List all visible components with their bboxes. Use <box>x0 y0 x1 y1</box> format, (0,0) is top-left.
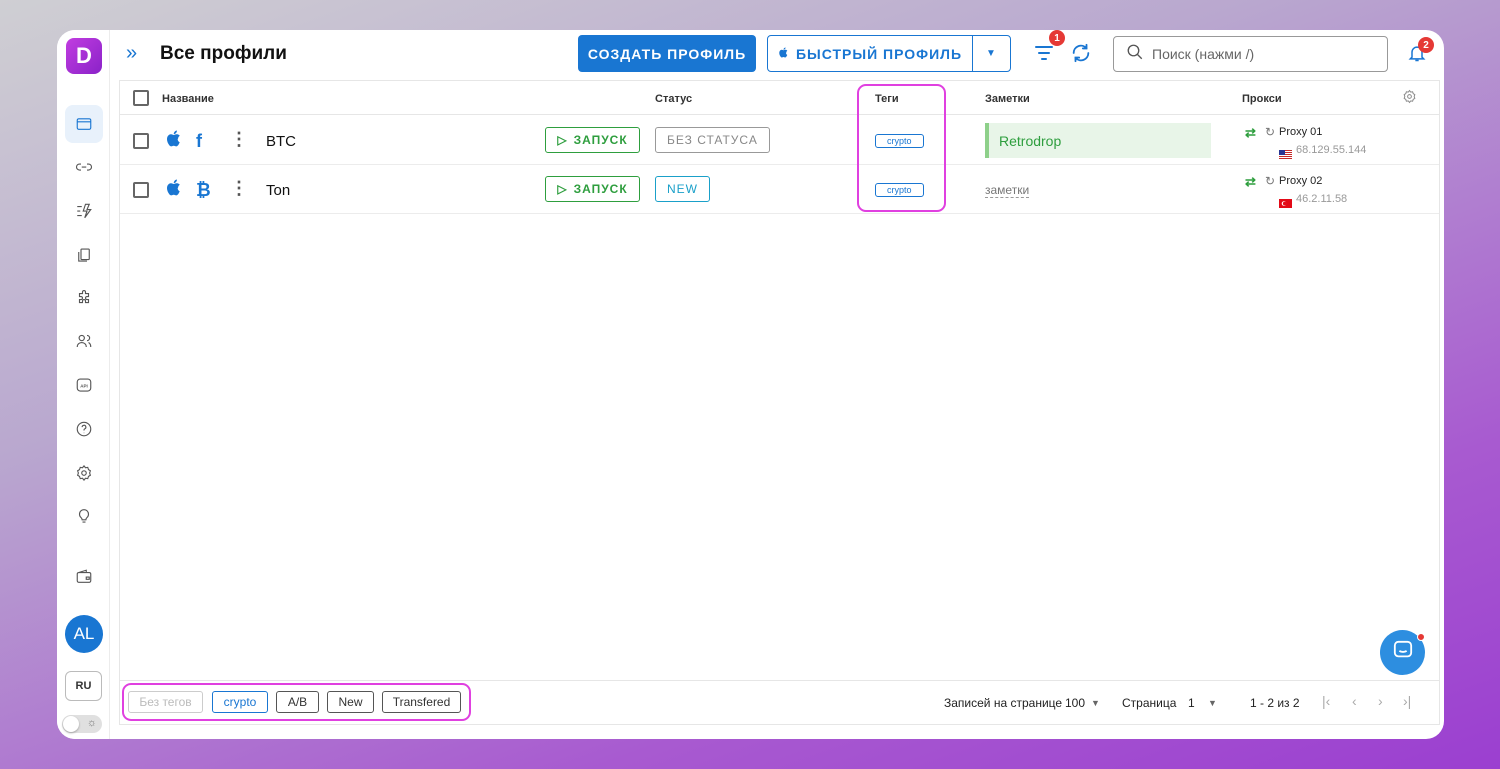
search-icon <box>1126 43 1144 66</box>
theme-toggle[interactable]: ☼ <box>62 715 102 733</box>
filter-badge: 1 <box>1049 30 1065 46</box>
tr-flag-icon <box>1279 195 1292 208</box>
row-checkbox[interactable] <box>133 182 149 198</box>
proxy-refresh-icon[interactable]: ↻ <box>1265 174 1275 188</box>
first-page-icon[interactable]: |‹ <box>1322 693 1330 709</box>
records-range: 1 - 2 из 2 <box>1250 696 1300 710</box>
tags-column-highlight <box>857 84 946 212</box>
quick-profile-label: БЫСТРЫЙ ПРОФИЛЬ <box>795 45 963 62</box>
col-proxy[interactable]: Прокси <box>1242 93 1282 105</box>
quick-profile-dropdown[interactable]: ▼ <box>973 48 1010 59</box>
page-label: Страница <box>1122 696 1177 710</box>
proxy-ip: 68.129.55.144 <box>1296 144 1367 156</box>
puzzle-icon[interactable] <box>65 279 103 317</box>
per-page-select[interactable]: 100 <box>1065 696 1085 710</box>
sun-icon: ☼ <box>86 717 97 729</box>
note-field[interactable]: Retrodrop <box>985 123 1211 158</box>
facebook-icon: f <box>196 131 202 151</box>
proxy-name: Proxy 01 <box>1279 126 1323 138</box>
proxy-swap-icon[interactable]: ⇄ <box>1245 125 1256 141</box>
col-status[interactable]: Статус <box>655 93 692 105</box>
avatar[interactable]: AL <box>65 615 103 653</box>
per-page-label: Записей на странице <box>944 696 1063 710</box>
page-title: Все профили <box>160 43 287 64</box>
language-button[interactable]: RU <box>65 671 102 701</box>
per-page-dropdown-icon[interactable]: ▼ <box>1091 698 1100 708</box>
app-logo[interactable]: D <box>66 38 102 74</box>
profiles-table: Название Статус Теги Заметки Прокси f ⋮ … <box>119 80 1440 725</box>
header: » Все профили СОЗДАТЬ ПРОФИЛЬ БЫСТРЫЙ ПР… <box>110 30 1444 80</box>
us-flag-icon <box>1279 146 1292 159</box>
copy-icon[interactable] <box>65 236 103 274</box>
apple-icon <box>165 177 184 204</box>
app-window: D API AL RU ☼ » Все профили СОЗДАТЬ ПРОФ… <box>57 30 1444 739</box>
search-input-wrapper[interactable] <box>1113 36 1388 72</box>
table-row[interactable]: f ⋮ BTC ▷ ЗАПУСК БЕЗ СТАТУСА crypto Retr… <box>120 116 1439 165</box>
tag-filters-highlight <box>122 683 471 721</box>
help-icon[interactable] <box>65 410 103 448</box>
col-name[interactable]: Название <box>162 93 214 105</box>
run-button[interactable]: ▷ ЗАПУСК <box>545 176 640 202</box>
select-all-checkbox[interactable] <box>133 90 149 106</box>
page-dropdown-icon[interactable]: ▼ <box>1208 698 1217 708</box>
quick-profile-button[interactable]: БЫСТРЫЙ ПРОФИЛЬ ▼ <box>767 35 1011 72</box>
run-label: ЗАПУСК <box>573 182 628 196</box>
status-chip[interactable]: БЕЗ СТАТУСА <box>655 127 770 153</box>
browser-icon[interactable] <box>65 105 103 143</box>
play-icon: ▷ <box>557 133 568 147</box>
more-menu-icon[interactable]: ⋮ <box>230 129 248 150</box>
sidebar: D API AL RU ☼ <box>57 30 110 739</box>
users-icon[interactable] <box>65 322 103 360</box>
chat-icon <box>1392 640 1414 665</box>
col-notes[interactable]: Заметки <box>985 93 1030 105</box>
table-row[interactable]: ₿ ⋮ Ton ▷ ЗАПУСК NEW crypto заметки ⇄ ↻ … <box>120 165 1439 214</box>
run-label: ЗАПУСК <box>573 133 628 147</box>
wallet-icon[interactable] <box>65 558 103 596</box>
more-menu-icon[interactable]: ⋮ <box>230 178 248 199</box>
last-page-icon[interactable]: ›| <box>1403 693 1411 709</box>
chat-notification-dot <box>1417 633 1425 641</box>
expand-sidebar-icon[interactable]: » <box>126 42 137 65</box>
automation-icon[interactable] <box>65 192 103 230</box>
profile-name[interactable]: BTC <box>266 133 296 150</box>
filter-icon[interactable] <box>1034 44 1054 67</box>
run-button[interactable]: ▷ ЗАПУСК <box>545 127 640 153</box>
bitcoin-icon: ₿ <box>196 180 211 200</box>
refresh-icon[interactable] <box>1070 42 1092 69</box>
lightbulb-icon[interactable] <box>65 497 103 535</box>
search-input[interactable] <box>1152 46 1372 62</box>
row-checkbox[interactable] <box>133 133 149 149</box>
settings-icon[interactable] <box>65 454 103 492</box>
proxy-refresh-icon[interactable]: ↻ <box>1265 125 1275 139</box>
play-icon: ▷ <box>557 182 568 196</box>
prev-page-icon[interactable]: ‹ <box>1352 693 1357 709</box>
note-placeholder[interactable]: заметки <box>985 183 1030 198</box>
table-header: Название Статус Теги Заметки Прокси <box>120 81 1439 115</box>
toggle-knob <box>63 716 79 732</box>
proxy-ip: 46.2.11.58 <box>1296 193 1348 205</box>
create-profile-button[interactable]: СОЗДАТЬ ПРОФИЛЬ <box>578 35 756 72</box>
page-select[interactable]: 1 <box>1188 696 1195 710</box>
proxy-swap-icon[interactable]: ⇄ <box>1245 174 1256 190</box>
quick-profile-main[interactable]: БЫСТРЫЙ ПРОФИЛЬ <box>768 36 973 71</box>
api-icon[interactable]: API <box>65 366 103 404</box>
link-icon[interactable] <box>65 148 103 186</box>
status-chip[interactable]: NEW <box>655 176 710 202</box>
column-settings-icon[interactable] <box>1402 89 1417 107</box>
profile-name[interactable]: Ton <box>266 182 290 199</box>
notification-badge: 2 <box>1418 37 1434 53</box>
apple-icon <box>778 46 790 62</box>
apple-icon <box>165 128 184 155</box>
next-page-icon[interactable]: › <box>1378 693 1383 709</box>
proxy-name: Proxy 02 <box>1279 175 1323 187</box>
svg-text:API: API <box>80 383 88 388</box>
